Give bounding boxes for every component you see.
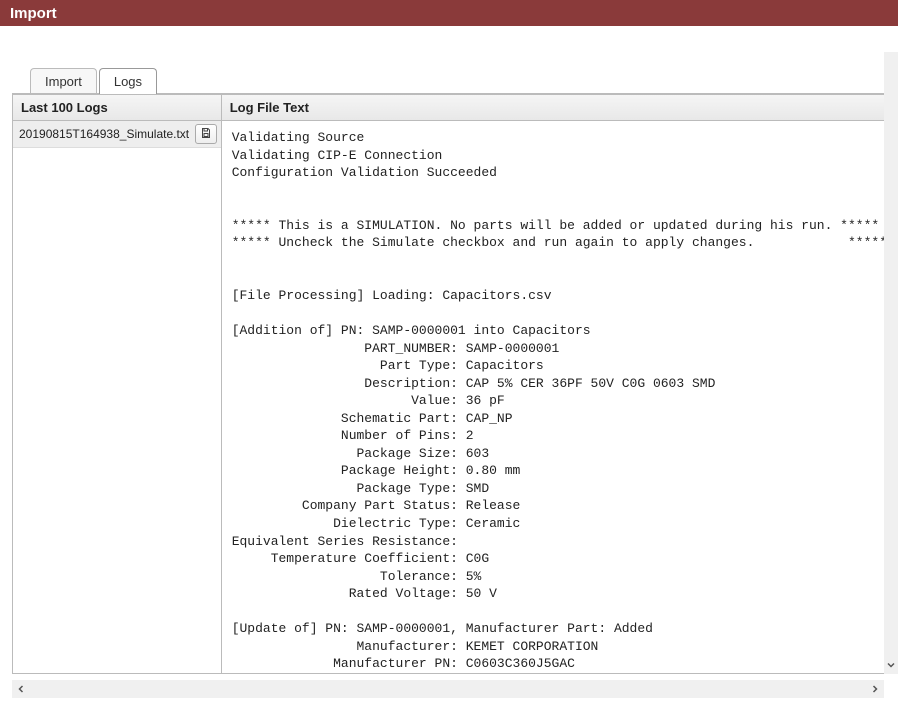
horizontal-scrollbar[interactable] — [12, 680, 884, 698]
panels: Last 100 Logs 20190815T164938_Simulate.t… — [12, 93, 898, 674]
content-area: Import Logs Last 100 Logs 20190815T16493… — [12, 26, 898, 674]
log-filename: 20190815T164938_Simulate.txt — [19, 127, 191, 141]
tabs-row: Import Logs — [12, 54, 898, 94]
import-window: Import Import Logs Last 100 Logs 2019081… — [0, 0, 898, 702]
tab-import-label: Import — [45, 74, 82, 89]
scroll-right-icon[interactable] — [866, 680, 884, 698]
open-log-button[interactable] — [195, 124, 217, 144]
log-list-item[interactable]: 20190815T164938_Simulate.txt — [13, 121, 221, 148]
tab-logs[interactable]: Logs — [99, 68, 157, 94]
log-text-content: Validating Source Validating CIP-E Conne… — [232, 129, 887, 674]
hscroll-track[interactable] — [30, 680, 866, 698]
window-title: Import — [10, 5, 57, 22]
window-body: Import Logs Last 100 Logs 20190815T16493… — [0, 26, 898, 702]
log-text-header: Log File Text — [221, 94, 898, 121]
tab-import[interactable]: Import — [30, 68, 97, 94]
tab-logs-label: Logs — [114, 74, 142, 89]
logs-list-header: Last 100 Logs — [12, 94, 221, 121]
scroll-down-icon[interactable] — [884, 656, 898, 674]
window-titlebar: Import — [0, 0, 898, 26]
logs-list-panel: Last 100 Logs 20190815T164938_Simulate.t… — [12, 94, 221, 674]
scroll-left-icon[interactable] — [12, 680, 30, 698]
logs-list-body: 20190815T164938_Simulate.txt — [12, 121, 221, 674]
log-text-panel: Log File Text Validating Source Validati… — [221, 94, 898, 674]
vertical-scrollbar[interactable] — [884, 52, 898, 674]
log-text-body[interactable]: Validating Source Validating CIP-E Conne… — [221, 121, 898, 674]
save-icon — [200, 127, 212, 142]
